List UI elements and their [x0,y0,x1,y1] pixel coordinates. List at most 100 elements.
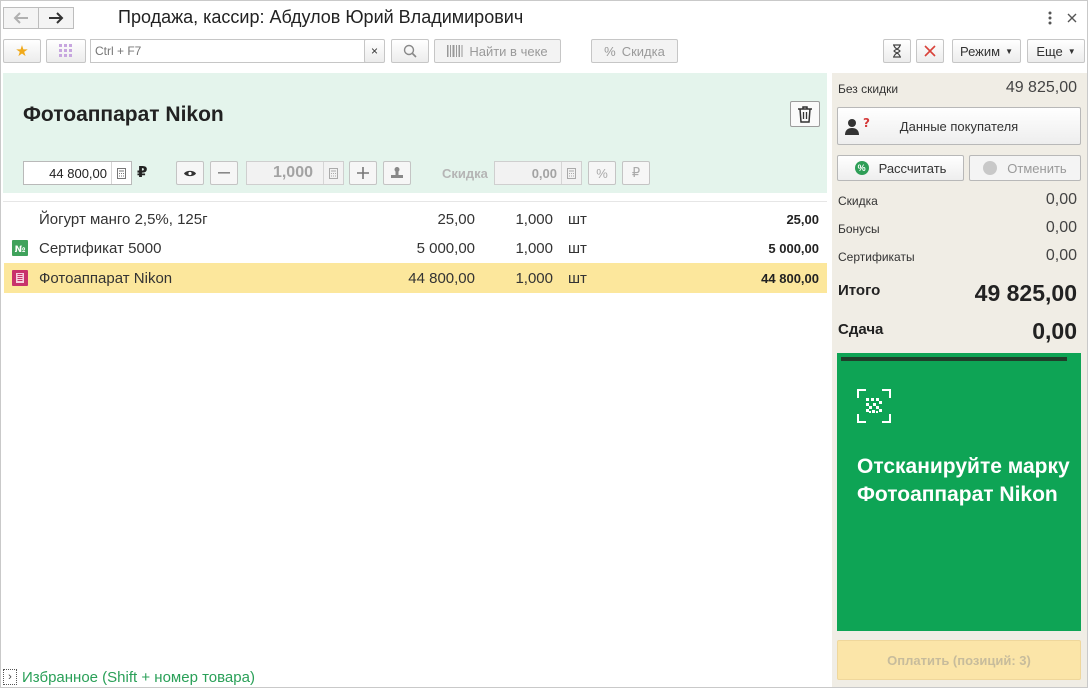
item-unit: шт [568,211,587,228]
barcode-icon [447,45,463,57]
back-button[interactable] [3,7,39,29]
search-button[interactable] [391,39,429,63]
item-qty: 1,000 [515,240,553,257]
item-qty: 1,000 [515,270,553,287]
trash-icon [798,106,812,123]
ruble-icon: ₽ [631,165,641,180]
calculate-label: Рассчитать [878,160,947,176]
no-discount-value: 49 825,00 [1005,79,1077,96]
item-name: Сертификат 5000 [39,240,162,257]
bonus-value: 0,00 [1045,219,1077,236]
calculator-icon[interactable] [111,162,131,184]
scan-panel-divider [841,357,1067,361]
item-price: 25,00 [437,211,475,228]
bonus-label: Бонусы [838,222,880,236]
customer-question-icon: ? [845,117,870,135]
mode-label: Режим [959,43,1001,59]
item-price: 5 000,00 [416,240,475,257]
eye-icon [184,170,196,176]
close-window-icon[interactable] [1063,9,1081,27]
stamp-icon [391,167,403,178]
favorites-star-button[interactable]: ★ [3,39,41,63]
increase-qty-button[interactable] [349,161,377,185]
percent-icon: % [604,43,616,59]
find-in-receipt-label: Найти в чеке [469,43,548,59]
delete-item-button[interactable] [790,101,820,127]
catalog-grid-button[interactable] [46,39,86,63]
amount-discount-button[interactable]: ₽ [622,161,650,185]
product-discount-label: Скидка [442,166,488,181]
item-unit: шт [568,240,587,257]
table-row[interactable]: № Сертификат 5000 5 000,00 1,000 шт 5 00… [4,233,827,263]
scan-prompt: Отсканируйте марку Фотоаппарат Nikon [857,455,1070,506]
cross-icon [924,45,936,57]
price-field[interactable]: 44 800,00 [23,161,132,185]
find-in-receipt-button[interactable]: Найти в чеке [434,39,561,63]
discount-toolbar-button[interactable]: % Скидка [591,39,678,63]
certificates-value: 0,00 [1045,247,1077,264]
table-row[interactable]: Йогурт манго 2,5%, 125г 25,00 1,000 шт 2… [4,204,827,234]
favorites-toggle[interactable]: › Избранное (Shift + номер товара) [3,667,255,687]
view-button[interactable] [176,161,204,185]
calculate-button[interactable]: % Рассчитать [837,155,964,181]
no-discount-label: Без скидки [838,82,899,96]
currency-sign: ₽ [137,164,148,181]
forward-button[interactable] [38,7,74,29]
quantity-field[interactable]: 1,000 [246,161,344,185]
item-sum: 5 000,00 [768,241,819,256]
svg-text:?: ? [863,117,870,130]
calculator-icon[interactable] [323,162,343,184]
item-price: 44 800,00 [408,270,475,287]
svg-text:№: № [15,245,26,255]
scan-code-icon [857,389,891,423]
hourglass-button[interactable] [883,39,911,63]
weigh-button[interactable] [383,161,411,185]
clear-search-button[interactable]: × [364,39,385,63]
current-product-panel: Фотоаппарат Nikon 44 800,00 ₽ 1,000 Скид… [3,73,827,193]
change-value: 0,00 [1032,318,1077,344]
search-icon [403,44,417,58]
scan-mark-panel: Отсканируйте марку Фотоаппарат Nikon [837,353,1081,631]
favorites-label: Избранное (Shift + номер товара) [22,668,255,686]
item-unit: шт [568,270,587,287]
total-value: 49 825,00 [974,280,1077,306]
discount-toolbar-label: Скидка [621,43,665,59]
cancel-calc-button[interactable]: Отменить [969,155,1081,181]
decrease-qty-button[interactable] [210,161,238,185]
arrow-left-icon [13,12,28,24]
star-icon: ★ [15,43,29,60]
quantity-value: 1,000 [272,164,313,181]
more-dropdown[interactable]: Еще ▼ [1027,39,1085,63]
hourglass-icon [893,44,901,58]
window-title: Продажа, кассир: Абдулов Юрий Владимиров… [118,7,524,27]
customer-data-button[interactable]: ? Данные покупателя [837,107,1081,145]
marked-goods-icon [12,270,28,286]
calculator-icon[interactable] [561,162,581,184]
minus-icon [218,172,230,174]
table-row-selected[interactable]: Фотоаппарат Nikon 44 800,00 1,000 шт 44 … [4,263,827,293]
receipt-items-table: Йогурт манго 2,5%, 125г 25,00 1,000 шт 2… [3,201,827,656]
chevron-right-icon: › [3,669,17,685]
change-label: Сдача [838,321,884,338]
percent-discount-button[interactable]: % [588,161,616,185]
grid-icon [59,44,72,57]
search-input[interactable] [90,39,366,63]
pay-button[interactable]: Оплатить (позиций: 3) [837,640,1081,680]
cancel-receipt-button[interactable] [916,39,944,63]
product-discount-field[interactable]: 0,00 [494,161,582,185]
more-vert-icon[interactable] [1041,9,1059,27]
price-value: 44 800,00 [49,165,107,181]
mode-dropdown[interactable]: Режим ▼ [952,39,1021,63]
certificate-icon: № [12,240,28,256]
item-name: Йогурт манго 2,5%, 125г [39,211,208,228]
product-discount-value: 0,00 [531,165,557,181]
item-sum: 25,00 [786,212,819,227]
item-sum: 44 800,00 [761,271,819,286]
percent-icon: % [596,165,608,181]
cancel-circle-icon [983,161,998,175]
item-qty: 1,000 [515,211,553,228]
caret-down-icon: ▼ [1005,46,1013,56]
plus-icon [357,167,369,179]
summary-discount-label: Скидка [838,194,878,208]
arrow-right-icon [49,12,64,24]
